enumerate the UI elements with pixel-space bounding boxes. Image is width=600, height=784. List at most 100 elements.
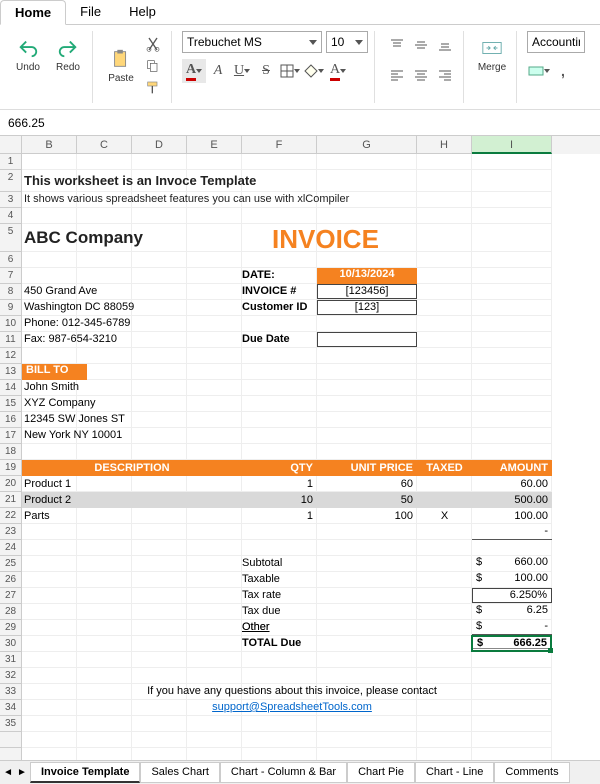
copy-button[interactable] [142, 56, 164, 76]
align-center-button[interactable] [409, 63, 433, 87]
italic-button[interactable]: A [206, 59, 230, 83]
sheet-tab-1[interactable]: Sales Chart [140, 762, 219, 783]
ribbon: Undo Redo Paste Trebuchet MS 10 [0, 25, 600, 110]
row-header-36[interactable] [0, 732, 22, 748]
col-header-C[interactable]: C [77, 136, 132, 154]
row-header-9[interactable]: 9 [0, 300, 22, 316]
date-label: DATE: [242, 269, 275, 281]
table-row: Product 21050500.00 [22, 492, 552, 508]
row-header-15[interactable]: 15 [0, 396, 22, 412]
row-header-2[interactable]: 2 [0, 170, 22, 192]
paste-button[interactable]: Paste [103, 33, 139, 99]
invnum-label: INVOICE # [242, 285, 296, 297]
row-header-13[interactable]: 13 [0, 364, 22, 380]
border-button[interactable] [278, 59, 302, 83]
billto-label: BILL TO [22, 364, 87, 380]
comma-button[interactable]: , [551, 59, 575, 83]
sheet-tab-5[interactable]: Comments [494, 762, 569, 783]
tab-nav[interactable]: ◄► [0, 767, 30, 778]
sum-label-30: TOTAL Due [242, 637, 387, 649]
row-header-11[interactable]: 11 [0, 332, 22, 348]
menu-help[interactable]: Help [115, 0, 170, 24]
fill-color-button[interactable] [302, 59, 326, 83]
row-header-8[interactable]: 8 [0, 284, 22, 300]
sheet-tab-3[interactable]: Chart Pie [347, 762, 415, 783]
company-name: ABC Company [24, 228, 143, 248]
row-header-23[interactable]: 23 [0, 524, 22, 540]
row-header-12[interactable]: 12 [0, 348, 22, 364]
sheet-tab-bar: ◄► Invoice TemplateSales ChartChart - Co… [0, 760, 600, 784]
row-headers: 1234567891011121314151617181920212223242… [0, 154, 22, 780]
align-middle-button[interactable] [409, 33, 433, 57]
row-header-30[interactable]: 30 [0, 636, 22, 652]
align-bottom-button[interactable] [433, 33, 457, 57]
select-all-corner[interactable] [0, 136, 22, 154]
invoice-title: This worksheet is an Invoce Template [24, 173, 256, 188]
row-header-35[interactable]: 35 [0, 716, 22, 732]
format-painter-button[interactable] [142, 78, 164, 98]
undo-button[interactable]: Undo [10, 37, 46, 73]
row-header-6[interactable]: 6 [0, 252, 22, 268]
menu-home[interactable]: Home [0, 0, 66, 25]
row-header-34[interactable]: 34 [0, 700, 22, 716]
phone: Phone: 012-345-6789 [24, 317, 130, 329]
row-header-28[interactable]: 28 [0, 604, 22, 620]
row-header-25[interactable]: 25 [0, 556, 22, 572]
row-header-4[interactable]: 4 [0, 208, 22, 224]
redo-button[interactable]: Redo [50, 37, 86, 73]
row-header-31[interactable]: 31 [0, 652, 22, 668]
row-header-32[interactable]: 32 [0, 668, 22, 684]
formula-bar[interactable]: 666.25 [0, 110, 600, 136]
sum-val-29: $- [472, 620, 552, 635]
custid-label: Customer ID [242, 301, 307, 313]
row-header-24[interactable]: 24 [0, 540, 22, 556]
row-header-17[interactable]: 17 [0, 428, 22, 444]
font-color-button-2[interactable]: A [326, 59, 350, 83]
underline-button[interactable]: U [230, 59, 254, 83]
merge-label: Merge [478, 62, 506, 73]
align-left-button[interactable] [385, 63, 409, 87]
row-header-7[interactable]: 7 [0, 268, 22, 284]
row-header-26[interactable]: 26 [0, 572, 22, 588]
merge-button[interactable]: Merge [474, 37, 510, 73]
col-header-D[interactable]: D [132, 136, 187, 154]
row-header-14[interactable]: 14 [0, 380, 22, 396]
row-header-20[interactable]: 20 [0, 476, 22, 492]
row-header-27[interactable]: 27 [0, 588, 22, 604]
col-header-E[interactable]: E [187, 136, 242, 154]
row-header-22[interactable]: 22 [0, 508, 22, 524]
row-header-18[interactable]: 18 [0, 444, 22, 460]
strike-button[interactable]: S [254, 59, 278, 83]
bill-name: John Smith [24, 381, 79, 393]
cut-button[interactable] [142, 34, 164, 54]
col-header-H[interactable]: H [417, 136, 472, 154]
col-header-G[interactable]: G [317, 136, 417, 154]
row-header-33[interactable]: 33 [0, 684, 22, 700]
row-header-1[interactable]: 1 [0, 154, 22, 170]
sheet-area[interactable]: This worksheet is an Invoce TemplateIt s… [22, 154, 552, 766]
font-name-select[interactable]: Trebuchet MS [182, 31, 322, 53]
sheet-tab-2[interactable]: Chart - Column & Bar [220, 762, 347, 783]
align-top-button[interactable] [385, 33, 409, 57]
sheet-tab-0[interactable]: Invoice Template [30, 762, 140, 783]
menu-file[interactable]: File [66, 0, 115, 24]
row-header-16[interactable]: 16 [0, 412, 22, 428]
sheet-tab-4[interactable]: Chart - Line [415, 762, 494, 783]
row-header-3[interactable]: 3 [0, 192, 22, 208]
align-right-button[interactable] [433, 63, 457, 87]
col-header-I[interactable]: I [472, 136, 552, 154]
row-header-21[interactable]: 21 [0, 492, 22, 508]
row-header-10[interactable]: 10 [0, 316, 22, 332]
col-header-B[interactable]: B [22, 136, 77, 154]
footer-link[interactable]: support@SpreadsheetTools.com [82, 701, 502, 713]
font-size-select[interactable]: 10 [326, 31, 368, 53]
number-format-select[interactable]: Accounting [527, 31, 585, 53]
font-color-button[interactable]: A [182, 59, 206, 83]
row-header-5[interactable]: 5 [0, 224, 22, 252]
row-header-19[interactable]: 19 [0, 460, 22, 476]
chevron-down-icon [355, 40, 363, 45]
row-header-29[interactable]: 29 [0, 620, 22, 636]
col-header-F[interactable]: F [242, 136, 317, 154]
sum-val-25: $660.00 [472, 556, 552, 571]
currency-button[interactable] [527, 59, 551, 83]
